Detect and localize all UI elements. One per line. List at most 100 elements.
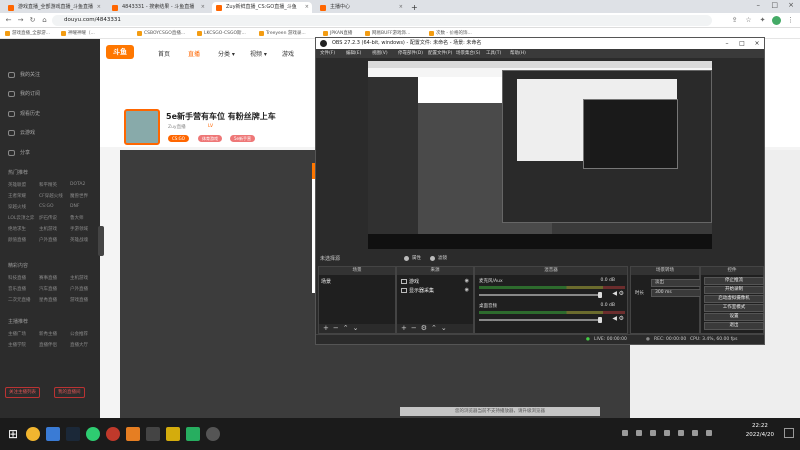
gear-icon[interactable]: ⚙ <box>619 315 624 322</box>
studio-mode-button[interactable]: 工作室模式 <box>704 304 764 312</box>
app-icon[interactable] <box>146 427 160 441</box>
menu-docks[interactable]: 停靠部件(D) <box>398 49 423 58</box>
obs-taskbar-icon[interactable] <box>206 427 220 441</box>
obs-preview[interactable] <box>368 61 712 249</box>
bookmark-item[interactable]: LKCSGO-CSGO斯... <box>196 29 246 38</box>
sidebar-grid-item[interactable]: DOTA2 <box>70 182 85 187</box>
sidebar-grid-item[interactable]: CS:GO <box>39 204 54 209</box>
home-icon[interactable]: ⌂ <box>40 16 49 25</box>
remove-icon[interactable]: − <box>333 324 343 332</box>
extensions-icon[interactable]: ✦ <box>758 16 767 25</box>
down-icon[interactable]: ⌄ <box>353 324 363 332</box>
sidebar-grid-item[interactable]: CF穿越火线 <box>39 193 63 199</box>
duration-input[interactable]: 300 ms <box>651 289 701 297</box>
sidebar-grid-item[interactable]: 主播广场 <box>8 331 26 337</box>
sidebar-grid-item[interactable]: 二次元直播 <box>8 297 31 303</box>
ime-icon[interactable] <box>706 430 712 436</box>
sidebar-grid-item[interactable]: 户外直播 <box>39 237 57 243</box>
sidebar-grid-item[interactable]: 穿越火线 <box>8 204 26 210</box>
add-icon[interactable]: + <box>323 324 333 332</box>
settings-button[interactable]: 设置 <box>704 313 764 321</box>
app-icon[interactable] <box>186 427 200 441</box>
sidebar-grid-item[interactable]: 主机游戏 <box>70 275 88 281</box>
menu-file[interactable]: 文件(F) <box>320 49 335 58</box>
menu-profile[interactable]: 配置文件(P) <box>428 49 452 58</box>
taskbar-clock[interactable]: 22:22 2022/4/20 <box>746 422 774 440</box>
sidebar-grid-item[interactable]: 户外直播 <box>70 286 88 292</box>
sidebar-grid-item[interactable]: DNF <box>70 204 79 209</box>
sidebar-collapse-handle[interactable] <box>98 226 104 256</box>
gear-icon[interactable]: ⚙ <box>619 290 624 297</box>
filters-button[interactable]: 滤镜 <box>428 254 447 263</box>
sidebar-grid-item[interactable]: 炉石传说 <box>39 215 57 221</box>
volume-fader[interactable] <box>479 292 602 298</box>
sidebar-grid-item[interactable]: 魔兽世界 <box>70 193 88 199</box>
sidebar-grid-item[interactable]: 和平精英 <box>39 182 57 188</box>
tray-icon[interactable] <box>622 430 628 436</box>
close-icon[interactable]: × <box>305 2 309 13</box>
network-icon[interactable] <box>678 430 684 436</box>
bookmark-item[interactable]: 游戏直播_全部游... <box>4 29 50 38</box>
menu-icon[interactable]: ⋮ <box>786 16 795 25</box>
sidebar-grid-item[interactable]: 科技直播 <box>8 275 26 281</box>
sidebar-grid-item[interactable]: 主机游戏 <box>39 226 57 232</box>
tray-icon[interactable] <box>636 430 642 436</box>
sidebar-grid-item[interactable]: 直播伴侣 <box>39 342 57 348</box>
speaker-icon[interactable]: ◀ <box>612 315 617 322</box>
sidebar-grid-item[interactable]: 公会推荐 <box>70 331 88 337</box>
bookmark-item[interactable]: 神曜神曜（... <box>60 29 95 38</box>
add-icon[interactable]: + <box>401 324 411 332</box>
new-tab-button[interactable]: + <box>408 2 420 13</box>
sidebar-item-history[interactable]: 观看历史 <box>8 110 40 118</box>
nav-home[interactable]: 首页 <box>158 49 170 58</box>
close-icon[interactable]: × <box>399 2 403 13</box>
bookmark-item[interactable]: CSBOYCSGO直播... <box>136 29 185 38</box>
sidebar-grid-item[interactable]: 汽车直播 <box>39 286 57 292</box>
speaker-icon[interactable]: ◀ <box>612 290 617 297</box>
profile-avatar[interactable] <box>772 16 781 25</box>
url-input[interactable]: douyu.com/4843331 <box>52 15 712 26</box>
app-icon[interactable] <box>126 427 140 441</box>
sidebar-item-cloudgame[interactable]: 云游戏 <box>8 129 35 137</box>
nav-game[interactable]: 游戏 <box>282 49 294 58</box>
source-item[interactable]: 显示器采集 <box>401 287 434 294</box>
windows-start-icon[interactable]: ⊞ <box>6 427 20 441</box>
app-icon[interactable] <box>166 427 180 441</box>
exit-button[interactable]: 退出 <box>704 322 764 330</box>
bookmark-star-icon[interactable]: ☆ <box>744 16 753 25</box>
up-icon[interactable]: ⌃ <box>343 324 353 332</box>
stop-streaming-button[interactable]: 停止推流 <box>704 277 764 285</box>
down-icon[interactable]: ⌄ <box>441 324 451 332</box>
sidebar-grid-item[interactable]: 赛事直播 <box>39 275 57 281</box>
remove-icon[interactable]: − <box>411 324 421 332</box>
properties-button[interactable]: 属性 <box>402 254 421 263</box>
sidebar-grid-item[interactable]: 新秀主播 <box>39 331 57 337</box>
close-window-icon[interactable]: × <box>788 1 794 9</box>
minimize-icon[interactable]: – <box>720 38 734 49</box>
browser-tab[interactable]: 主播中心 × <box>316 2 406 13</box>
sidebar-grid-item[interactable]: 英雄战魂 <box>70 237 88 243</box>
my-room-button[interactable]: 我的直播间 <box>54 387 85 398</box>
category-tag[interactable]: 5e新手营 <box>230 135 256 142</box>
maximize-icon[interactable]: □ <box>771 1 778 9</box>
sidebar-grid-item[interactable]: 王者荣耀 <box>8 193 26 199</box>
close-icon[interactable]: × <box>97 2 101 13</box>
browser-tab[interactable]: 4843331 - 搜索结果 - 斗鱼直播 × <box>108 2 208 13</box>
menu-scene-collection[interactable]: 场景集合(S) <box>456 49 480 58</box>
reload-icon[interactable]: ↻ <box>28 16 37 25</box>
sidebar-grid-item[interactable]: 直播大厅 <box>70 342 88 348</box>
browser-tab-active[interactable]: Zuy新鲜直播_CS:GO直播_斗鱼 × <box>212 2 312 13</box>
menu-tools[interactable]: 工具(T) <box>486 49 501 58</box>
sidebar-grid-item[interactable]: 绝地求生 <box>8 226 26 232</box>
nav-live[interactable]: 直播 <box>188 49 200 58</box>
menu-view[interactable]: 视图(V) <box>372 49 388 58</box>
maximize-icon[interactable]: □ <box>735 38 749 49</box>
back-icon[interactable]: ← <box>4 16 13 25</box>
sidebar-item-subscribe[interactable]: 我的订阅 <box>8 90 40 98</box>
steam-icon[interactable] <box>66 427 80 441</box>
close-window-icon[interactable]: × <box>750 38 764 49</box>
volume-fader[interactable] <box>479 317 602 323</box>
tray-icon[interactable] <box>650 430 656 436</box>
sidebar-grid-item[interactable]: LOL云顶之弈 <box>8 215 34 221</box>
scene-item[interactable]: 场景 <box>321 278 331 285</box>
